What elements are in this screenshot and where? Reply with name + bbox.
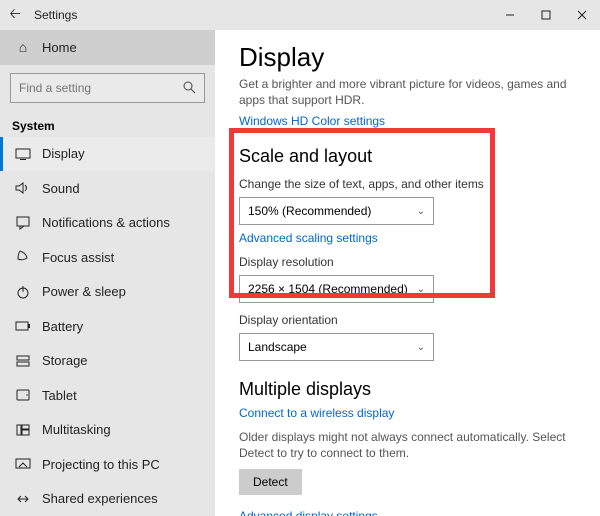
power-icon	[12, 285, 34, 299]
resolution-dropdown[interactable]: 2256 × 1504 (Recommended) ⌄	[239, 275, 434, 303]
sidebar-home[interactable]: ⌂ Home	[0, 30, 215, 65]
maximize-button[interactable]	[528, 0, 564, 30]
dropdown-value: 150% (Recommended)	[248, 204, 371, 218]
sidebar-item-sound[interactable]: Sound	[0, 171, 215, 206]
connect-wireless-link[interactable]: Connect to a wireless display	[239, 406, 576, 420]
sidebar-item-label: Focus assist	[42, 250, 114, 265]
maximize-icon	[541, 10, 551, 20]
multitasking-icon	[12, 424, 34, 436]
sidebar-item-display[interactable]: Display	[0, 137, 215, 172]
search-input[interactable]	[19, 81, 183, 95]
storage-icon	[12, 354, 34, 368]
sidebar-item-label: Tablet	[42, 388, 77, 403]
chevron-down-icon: ⌄	[417, 206, 425, 217]
sidebar-item-label: Sound	[42, 181, 80, 196]
close-icon	[577, 10, 587, 20]
sidebar-item-label: Home	[42, 40, 77, 55]
minimize-icon	[505, 10, 515, 20]
titlebar: 🡠 Settings	[0, 0, 600, 30]
page-subtitle: Get a brighter and more vibrant picture …	[239, 77, 576, 108]
detect-note: Older displays might not always connect …	[239, 430, 576, 461]
sound-icon	[12, 181, 34, 195]
hd-color-link[interactable]: Windows HD Color settings	[239, 114, 576, 128]
notifications-icon	[12, 216, 34, 230]
sidebar-item-label: Multitasking	[42, 422, 111, 437]
page-title: Display	[239, 42, 576, 73]
tablet-icon	[12, 389, 34, 401]
sidebar-item-label: Storage	[42, 353, 88, 368]
focus-assist-icon	[12, 250, 34, 264]
detect-button[interactable]: Detect	[239, 469, 302, 495]
orientation-label: Display orientation	[239, 313, 576, 327]
sidebar-item-projecting[interactable]: Projecting to this PC	[0, 447, 215, 482]
dropdown-value: 2256 × 1504 (Recommended)	[248, 282, 408, 296]
sidebar-item-focus-assist[interactable]: Focus assist	[0, 240, 215, 275]
home-icon: ⌂	[12, 39, 34, 55]
sidebar-item-multitasking[interactable]: Multitasking	[0, 413, 215, 448]
advanced-display-link[interactable]: Advanced display settings	[239, 509, 576, 516]
close-button[interactable]	[564, 0, 600, 30]
sidebar-item-battery[interactable]: Battery	[0, 309, 215, 344]
advanced-scaling-link[interactable]: Advanced scaling settings	[239, 231, 576, 245]
resolution-label: Display resolution	[239, 255, 576, 269]
sidebar-item-storage[interactable]: Storage	[0, 344, 215, 379]
main-panel[interactable]: Display Get a brighter and more vibrant …	[215, 30, 600, 516]
sidebar-item-label: Shared experiences	[42, 491, 158, 506]
minimize-button[interactable]	[492, 0, 528, 30]
sidebar-item-label: Display	[42, 146, 85, 161]
sidebar-item-label: Battery	[42, 319, 83, 334]
text-size-dropdown[interactable]: 150% (Recommended) ⌄	[239, 197, 434, 225]
projecting-icon	[12, 458, 34, 470]
shared-experiences-icon	[12, 492, 34, 506]
window-title: Settings	[34, 8, 77, 22]
display-icon	[12, 148, 34, 160]
sidebar-item-power-sleep[interactable]: Power & sleep	[0, 275, 215, 310]
sidebar-section-label: System	[0, 111, 215, 137]
sidebar-item-label: Projecting to this PC	[42, 457, 160, 472]
sidebar-item-label: Notifications & actions	[42, 215, 170, 230]
dropdown-value: Landscape	[248, 340, 307, 354]
orientation-dropdown[interactable]: Landscape ⌄	[239, 333, 434, 361]
scale-layout-title: Scale and layout	[239, 146, 576, 167]
sidebar: ⌂ Home System Display Sound	[0, 30, 215, 516]
search-icon	[183, 81, 196, 94]
search-input-wrap[interactable]	[10, 73, 205, 103]
back-button[interactable]: 🡠	[0, 3, 30, 27]
sidebar-item-shared-experiences[interactable]: Shared experiences	[0, 482, 215, 516]
sidebar-item-label: Power & sleep	[42, 284, 126, 299]
text-size-label: Change the size of text, apps, and other…	[239, 177, 576, 191]
chevron-down-icon: ⌄	[417, 342, 425, 353]
chevron-down-icon: ⌄	[417, 284, 425, 295]
sidebar-item-tablet[interactable]: Tablet	[0, 378, 215, 413]
sidebar-item-notifications[interactable]: Notifications & actions	[0, 206, 215, 241]
multiple-displays-title: Multiple displays	[239, 379, 576, 400]
battery-icon	[12, 321, 34, 331]
